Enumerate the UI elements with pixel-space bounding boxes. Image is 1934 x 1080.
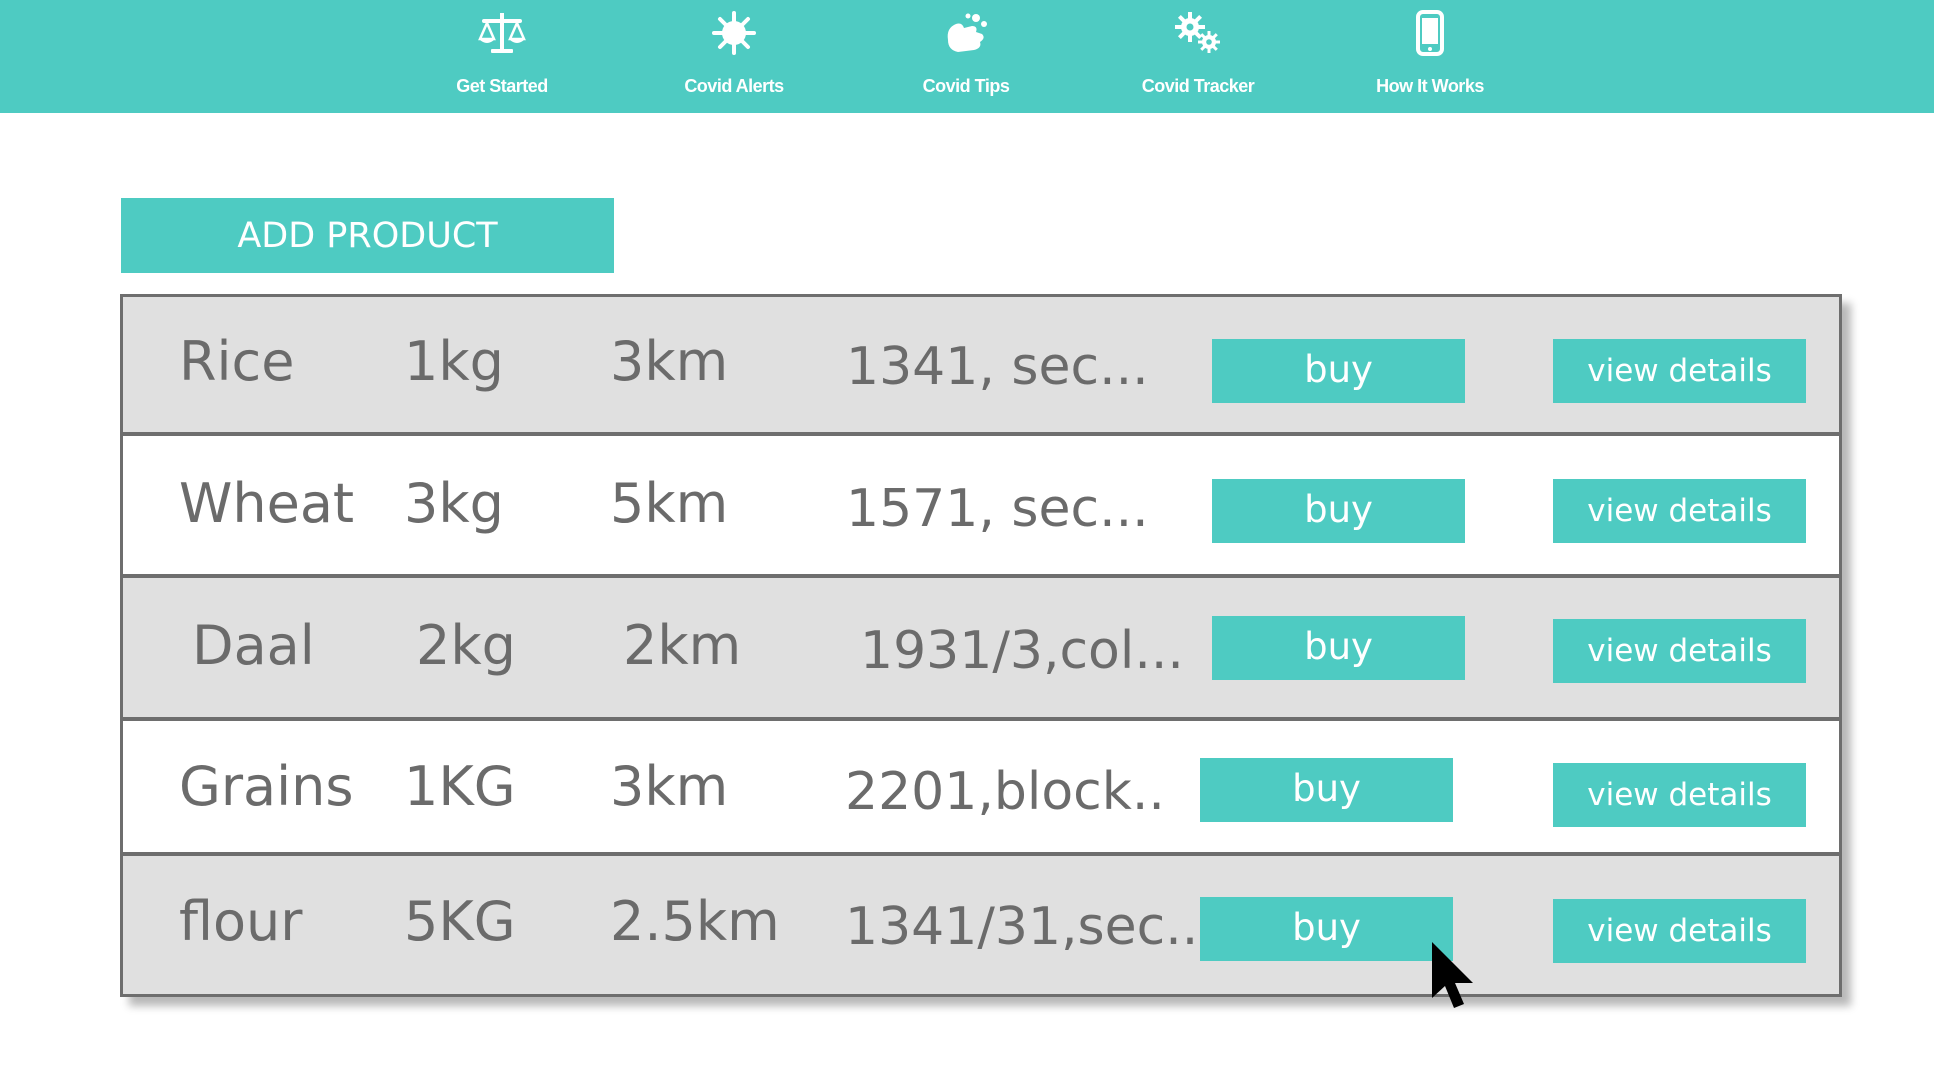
nav-item-covid-tips[interactable]: Covid Tips xyxy=(876,0,1056,113)
top-nav-bar: Get Started Covid Alerts Covid Tips Covi… xyxy=(0,0,1934,113)
nav-label: Covid Alerts xyxy=(684,76,784,96)
product-quantity: 5KG xyxy=(404,890,516,953)
product-distance: 2.5km xyxy=(610,890,780,953)
buy-button[interactable]: buy xyxy=(1200,758,1453,822)
scales-icon xyxy=(477,10,527,56)
table-row: flour 5KG 2.5km 1341/31,sec.. buy view d… xyxy=(123,856,1839,994)
view-details-button[interactable]: view details xyxy=(1553,339,1806,403)
product-name: Daal xyxy=(192,614,315,677)
nav-item-get-started[interactable]: Get Started xyxy=(412,0,592,113)
nav-label: Covid Tracker xyxy=(1141,76,1255,96)
product-distance: 3km xyxy=(610,330,729,393)
add-product-button[interactable]: ADD PRODUCT xyxy=(121,198,614,273)
nav-item-covid-tracker[interactable]: Covid Tracker xyxy=(1108,0,1288,113)
buy-button[interactable]: buy xyxy=(1212,616,1465,680)
virus-icon xyxy=(709,10,759,56)
nav-label: Covid Tips xyxy=(922,76,1010,96)
product-quantity: 3kg xyxy=(404,472,504,535)
view-details-button[interactable]: view details xyxy=(1553,763,1806,827)
buy-button[interactable]: buy xyxy=(1200,897,1453,961)
mouse-cursor-icon xyxy=(1430,940,1480,1014)
buy-button[interactable]: buy xyxy=(1212,339,1465,403)
table-row: Wheat 3kg 5km 1571, sec... buy view deta… xyxy=(123,436,1839,578)
view-details-button[interactable]: view details xyxy=(1553,479,1806,543)
product-address: 1341/31,sec.. xyxy=(845,897,1199,957)
table-row: Grains 1KG 3km 2201,block.. buy view det… xyxy=(123,721,1839,856)
product-address: 1571, sec... xyxy=(846,479,1149,539)
product-quantity: 1KG xyxy=(404,755,516,818)
product-address: 1931/3,col... xyxy=(860,621,1184,681)
nav-label: How It Works xyxy=(1376,76,1484,96)
table-row: Daal 2kg 2km 1931/3,col... buy view deta… xyxy=(123,578,1839,721)
product-name: Wheat xyxy=(179,472,355,535)
table-row: Rice 1kg 3km 1341, sec... buy view detai… xyxy=(123,297,1839,436)
nav-item-how-it-works[interactable]: How It Works xyxy=(1340,0,1520,113)
mobile-phone-icon xyxy=(1405,10,1455,56)
product-distance: 5km xyxy=(610,472,729,535)
nav-item-covid-alerts[interactable]: Covid Alerts xyxy=(644,0,824,113)
product-quantity: 2kg xyxy=(416,614,516,677)
nav-label: Get Started xyxy=(456,76,548,96)
gears-icon xyxy=(1173,10,1223,56)
product-distance: 2km xyxy=(623,614,742,677)
product-name: flour xyxy=(179,890,303,953)
product-quantity: 1kg xyxy=(404,330,504,393)
washing-hands-icon xyxy=(941,10,991,56)
product-table: Rice 1kg 3km 1341, sec... buy view detai… xyxy=(120,294,1842,997)
product-name: Rice xyxy=(179,330,295,393)
view-details-button[interactable]: view details xyxy=(1553,619,1806,683)
view-details-button[interactable]: view details xyxy=(1553,899,1806,963)
product-distance: 3km xyxy=(610,755,729,818)
product-address: 1341, sec... xyxy=(846,337,1149,397)
buy-button[interactable]: buy xyxy=(1212,479,1465,543)
product-address: 2201,block.. xyxy=(845,762,1165,822)
product-name: Grains xyxy=(179,755,354,818)
